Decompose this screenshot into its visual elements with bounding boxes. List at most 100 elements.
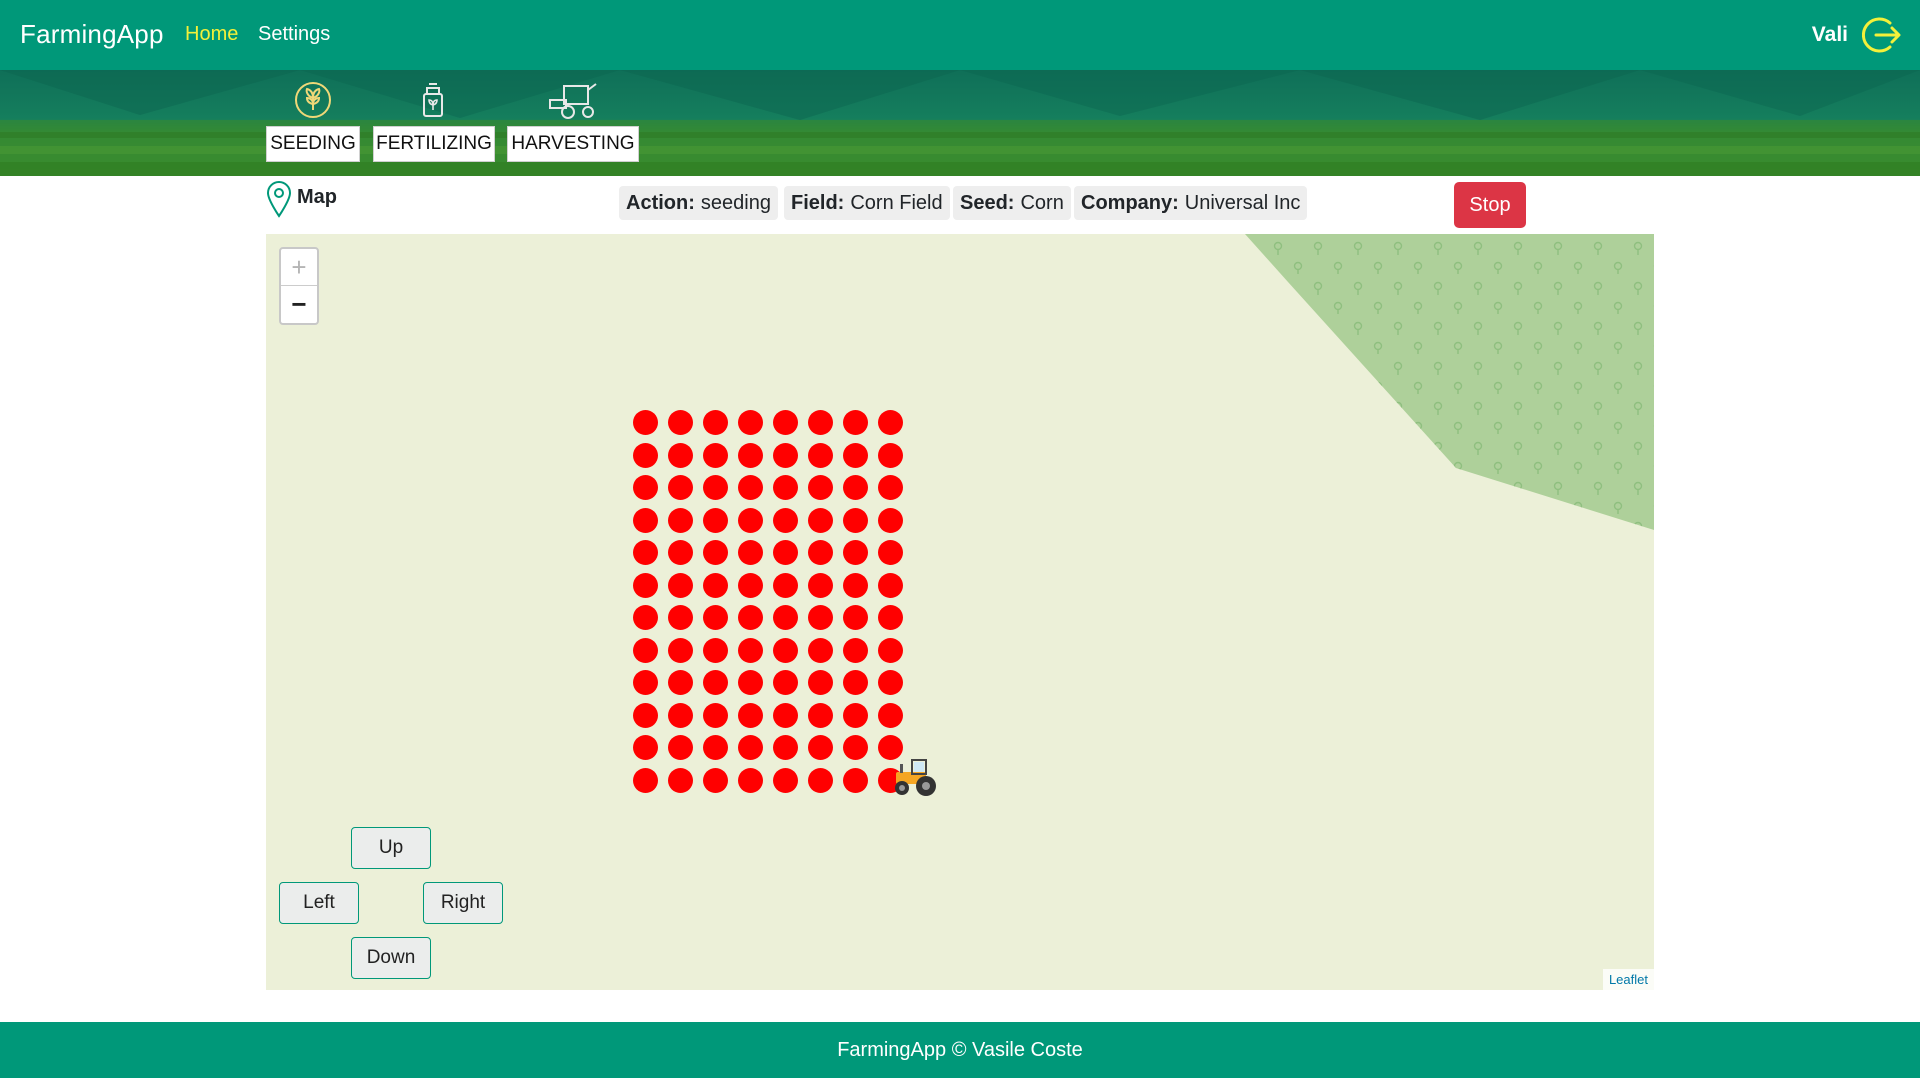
- logout-icon[interactable]: [1862, 15, 1902, 55]
- seed-marker: [808, 702, 833, 728]
- seed-marker: [843, 572, 868, 598]
- seed-marker: [878, 442, 903, 468]
- seed-marker: [738, 572, 763, 598]
- seeding-icon: [295, 82, 331, 118]
- seed-marker: [633, 735, 658, 760]
- seed-marker: [843, 702, 868, 728]
- user-name: Vali: [1811, 23, 1848, 46]
- seed-marker: [633, 540, 658, 565]
- map[interactable]: + − Up Left Right Down Leaflet: [266, 234, 1654, 990]
- company-chip: Company: Universal Inc: [1074, 186, 1308, 220]
- seed-marker: [843, 670, 868, 695]
- seed-marker: [668, 735, 693, 760]
- seed-marker: [668, 572, 693, 598]
- seed-marker: [633, 442, 658, 468]
- zoom-out-button[interactable]: −: [281, 286, 317, 323]
- seed-chip-key: Seed:: [960, 191, 1015, 214]
- seed-marker: [738, 670, 763, 695]
- seed-marker: [633, 507, 658, 533]
- right-button[interactable]: Right: [423, 882, 503, 924]
- field-chip-value: Corn Field: [850, 191, 943, 214]
- up-button[interactable]: Up: [351, 827, 431, 869]
- seed-marker: [738, 507, 763, 533]
- seed-marker: [738, 540, 763, 565]
- seed-marker: [843, 605, 868, 630]
- seed-marker: [773, 605, 798, 630]
- footer: FarmingApp © Vasile Coste: [0, 1022, 1920, 1078]
- seed-marker: [703, 637, 728, 663]
- forest-area: [1245, 234, 1654, 530]
- seed-marker: [633, 475, 658, 500]
- left-button[interactable]: Left: [279, 882, 359, 924]
- field-chip-key: Field:: [791, 191, 845, 214]
- seed-marker: [703, 410, 728, 435]
- seed-marker: [738, 702, 763, 728]
- down-button[interactable]: Down: [351, 937, 431, 979]
- nav-settings[interactable]: Settings: [258, 23, 330, 46]
- seed-marker: [843, 767, 868, 793]
- seeding-button[interactable]: SEEDING: [266, 126, 360, 162]
- seed-marker: [808, 605, 833, 630]
- seed-marker: [633, 410, 658, 435]
- seed-marker: [843, 735, 868, 760]
- seed-marker: [738, 735, 763, 760]
- seed-marker: [808, 572, 833, 598]
- navbar: FarmingApp Home Settings Vali: [0, 0, 1920, 70]
- seed-marker: [843, 410, 868, 435]
- seed-marker: [633, 572, 658, 598]
- seed-marker: [808, 475, 833, 500]
- seed-marker: [738, 605, 763, 630]
- seed-marker: [808, 442, 833, 468]
- seed-chip-value: Corn: [1020, 191, 1064, 214]
- seed-marker: [843, 637, 868, 663]
- map-pin-icon: [266, 181, 292, 218]
- seed-marker: [843, 475, 868, 500]
- seed-marker: [633, 670, 658, 695]
- seed-chip: Seed: Corn: [953, 186, 1071, 220]
- fertilizing-button[interactable]: FERTILIZING: [373, 126, 495, 162]
- seed-marker: [633, 605, 658, 630]
- seed-marker: [668, 605, 693, 630]
- seed-marker: [878, 572, 903, 598]
- seed-marker: [738, 442, 763, 468]
- seed-marker: [773, 572, 798, 598]
- seed-marker: [668, 507, 693, 533]
- seed-marker: [878, 475, 903, 500]
- seed-marker: [878, 605, 903, 630]
- field-chip: Field: Corn Field: [784, 186, 950, 220]
- seed-marker: [773, 507, 798, 533]
- seed-marker: [668, 637, 693, 663]
- seed-marker: [773, 670, 798, 695]
- stop-button[interactable]: Stop: [1454, 182, 1526, 228]
- seed-marker: [878, 410, 903, 435]
- seed-marker: [703, 540, 728, 565]
- action-chip: Action: seeding: [619, 186, 778, 220]
- seed-marker: [808, 540, 833, 565]
- zoom-in-button[interactable]: +: [281, 249, 317, 286]
- seed-marker: [668, 670, 693, 695]
- seed-marker: [738, 767, 763, 793]
- seed-marker: [843, 442, 868, 468]
- seed-marker: [773, 442, 798, 468]
- action-chip-key: Action:: [626, 191, 695, 214]
- seed-marker: [703, 735, 728, 760]
- company-chip-value: Universal Inc: [1184, 191, 1301, 214]
- seed-marker: [808, 767, 833, 793]
- seed-marker: [878, 670, 903, 695]
- leaflet-attribution[interactable]: Leaflet: [1602, 969, 1654, 990]
- tractor-icon: [895, 759, 936, 796]
- seed-marker: [808, 637, 833, 663]
- seed-marker: [668, 702, 693, 728]
- seed-marker: [668, 767, 693, 793]
- seed-marker: [668, 410, 693, 435]
- seed-marker: [773, 767, 798, 793]
- seed-marker: [773, 637, 798, 663]
- seed-marker: [703, 670, 728, 695]
- seed-marker: [878, 507, 903, 533]
- company-chip-key: Company:: [1081, 191, 1179, 214]
- harvesting-button[interactable]: HARVESTING: [507, 126, 639, 162]
- brand[interactable]: FarmingApp: [20, 19, 164, 50]
- nav-home[interactable]: Home: [185, 23, 238, 46]
- action-chip-value: seeding: [700, 191, 771, 214]
- seed-marker: [878, 702, 903, 728]
